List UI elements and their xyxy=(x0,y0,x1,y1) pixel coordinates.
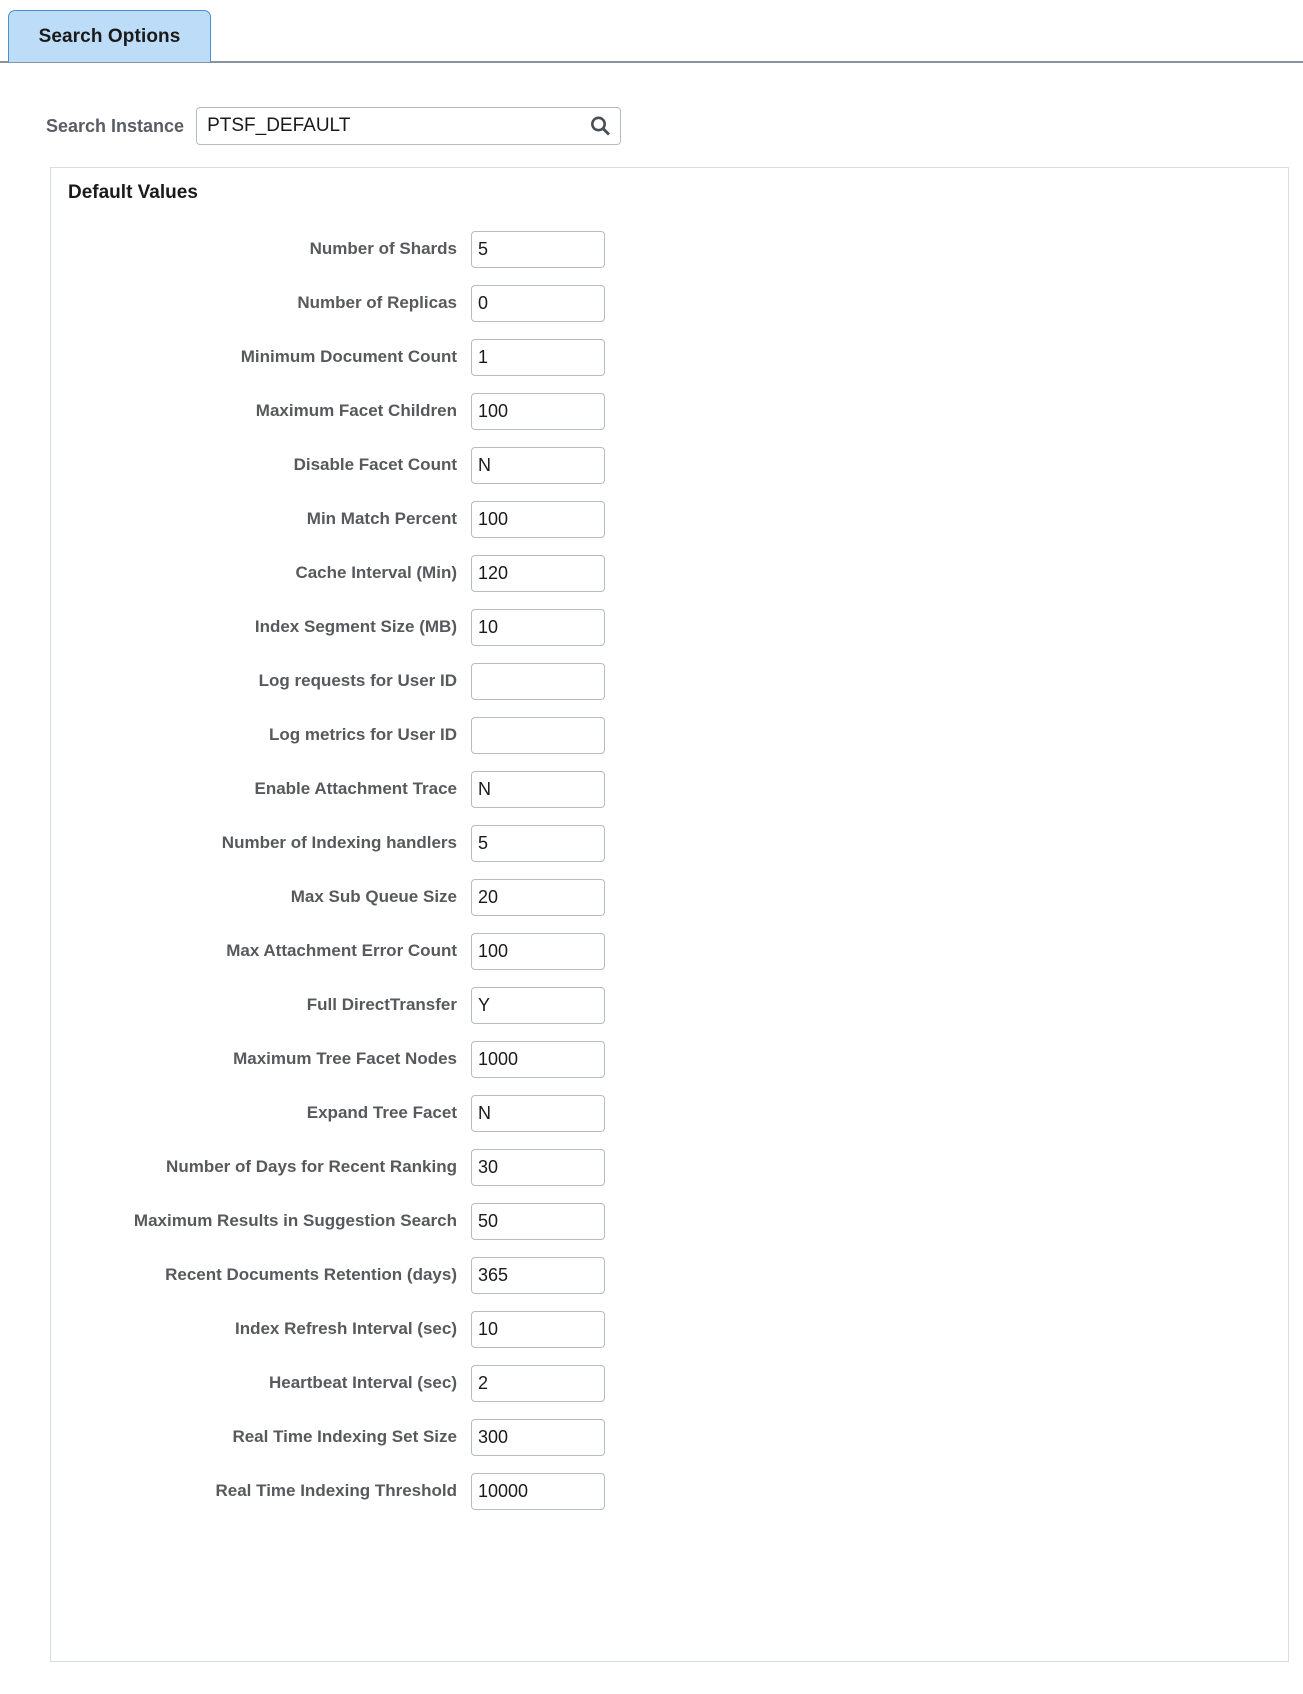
field-row: Number of Indexing handlers xyxy=(51,816,1288,870)
field-input[interactable] xyxy=(471,1256,605,1294)
search-button[interactable] xyxy=(585,111,615,141)
field-input[interactable] xyxy=(471,392,605,430)
field-row: Log requests for User ID xyxy=(51,654,1288,708)
field-label: Minimum Document Count xyxy=(240,346,457,366)
field-label: Number of Indexing handlers xyxy=(221,832,457,852)
field-row: Real Time Indexing Set Size xyxy=(51,1410,1288,1464)
search-icon xyxy=(591,116,611,136)
search-instance-label: Search Instance xyxy=(46,115,185,136)
search-instance-field-wrapper xyxy=(196,107,622,145)
field-input[interactable] xyxy=(471,770,605,808)
field-label: Log requests for User ID xyxy=(258,670,457,690)
field-row: Disable Facet Count xyxy=(51,438,1288,492)
field-row: Index Segment Size (MB) xyxy=(51,600,1288,654)
field-row: Cache Interval (Min) xyxy=(51,546,1288,600)
tab-search-options[interactable]: Search Options xyxy=(8,10,211,62)
field-input[interactable] xyxy=(471,1418,605,1456)
field-label: Heartbeat Interval (sec) xyxy=(268,1372,457,1392)
field-input[interactable] xyxy=(471,986,605,1024)
panel-title: Default Values xyxy=(68,182,198,203)
field-row: Expand Tree Facet xyxy=(51,1086,1288,1140)
field-label: Maximum Results in Suggestion Search xyxy=(133,1210,457,1230)
field-label: Number of Shards xyxy=(309,238,457,258)
field-input[interactable] xyxy=(471,662,605,700)
field-input[interactable] xyxy=(471,1148,605,1186)
field-row: Heartbeat Interval (sec) xyxy=(51,1356,1288,1410)
field-label: Full DirectTransfer xyxy=(306,994,457,1014)
field-label: Number of Replicas xyxy=(297,292,457,312)
field-row: Number of Replicas xyxy=(51,276,1288,330)
field-row: Minimum Document Count xyxy=(51,330,1288,384)
field-row: Enable Attachment Trace xyxy=(51,762,1288,816)
field-input[interactable] xyxy=(471,1472,605,1510)
field-row: Number of Days for Recent Ranking xyxy=(51,1140,1288,1194)
tab-strip: Search Options xyxy=(0,0,1303,63)
field-input[interactable] xyxy=(471,500,605,538)
default-values-field-list: Number of Shards Number of Replicas Minimu… xyxy=(51,222,1288,1518)
field-input[interactable] xyxy=(471,608,605,646)
field-label: Cache Interval (Min) xyxy=(295,562,457,582)
field-row: Recent Documents Retention (days) xyxy=(51,1248,1288,1302)
field-row: Real Time Indexing Threshold xyxy=(51,1464,1288,1518)
field-input[interactable] xyxy=(471,446,605,484)
field-row: Max Sub Queue Size xyxy=(51,870,1288,924)
field-row: Number of Shards xyxy=(51,222,1288,276)
field-label: Number of Days for Recent Ranking xyxy=(166,1156,457,1176)
default-values-panel: Default Values Number of ShardsNumber of… xyxy=(50,167,1289,1662)
field-row: Maximum Facet Children xyxy=(51,384,1288,438)
field-label: Index Refresh Interval (sec) xyxy=(234,1318,457,1338)
field-label: Max Sub Queue Size xyxy=(290,886,457,906)
field-row: Max Attachment Error Count xyxy=(51,924,1288,978)
field-input[interactable] xyxy=(471,1094,605,1132)
field-input[interactable] xyxy=(471,230,605,268)
field-input[interactable] xyxy=(471,1202,605,1240)
field-row: Full DirectTransfer xyxy=(51,978,1288,1032)
field-label: Real Time Indexing Set Size xyxy=(232,1426,457,1446)
field-label: Recent Documents Retention (days) xyxy=(165,1264,457,1284)
field-input[interactable] xyxy=(471,932,605,970)
field-input[interactable] xyxy=(471,1310,605,1348)
field-label: Expand Tree Facet xyxy=(306,1102,457,1122)
field-label: Maximum Facet Children xyxy=(255,400,457,420)
field-input[interactable] xyxy=(471,878,605,916)
field-input[interactable] xyxy=(471,338,605,376)
field-input[interactable] xyxy=(471,716,605,754)
field-input[interactable] xyxy=(471,824,605,862)
field-label: Log metrics for User ID xyxy=(269,724,457,744)
field-row: Log metrics for User ID xyxy=(51,708,1288,762)
field-input[interactable] xyxy=(471,1040,605,1078)
field-label: Enable Attachment Trace xyxy=(254,778,458,798)
field-label: Maximum Tree Facet Nodes xyxy=(233,1048,457,1068)
search-instance-row: Search Instance xyxy=(0,107,1303,145)
field-label: Real Time Indexing Threshold xyxy=(215,1480,457,1500)
field-input[interactable] xyxy=(471,1364,605,1402)
field-input[interactable] xyxy=(471,554,605,592)
field-row: Min Match Percent xyxy=(51,492,1288,546)
field-label: Index Segment Size (MB) xyxy=(254,616,457,636)
field-label: Min Match Percent xyxy=(306,508,457,528)
field-label: Disable Facet Count xyxy=(293,454,457,474)
field-row: Maximum Tree Facet Nodes xyxy=(51,1032,1288,1086)
tab-search-options-label: Search Options xyxy=(38,25,181,47)
field-input[interactable] xyxy=(471,284,605,322)
field-row: Maximum Results in Suggestion Search xyxy=(51,1194,1288,1248)
search-instance-input[interactable] xyxy=(196,107,622,145)
field-label: Max Attachment Error Count xyxy=(226,940,457,960)
field-row: Index Refresh Interval (sec) xyxy=(51,1302,1288,1356)
